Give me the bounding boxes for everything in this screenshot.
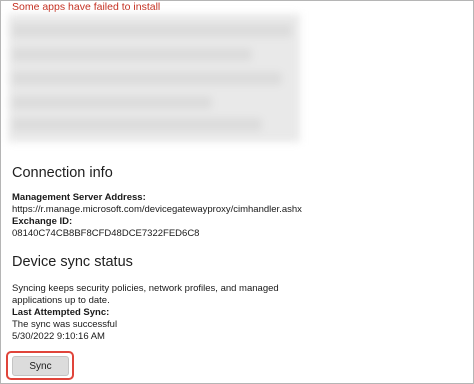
redacted-line — [12, 118, 262, 131]
sync-status-value: The sync was successful — [12, 319, 118, 330]
management-server-value: https://r.manage.microsoft.com/devicegat… — [12, 204, 302, 215]
management-server-label: Management Server Address: — [12, 192, 146, 203]
sync-description-line1: Syncing keeps security policies, network… — [12, 283, 279, 294]
exchange-id-value: 08140C74CB8BF8CFD48DCE7322FED6C8 — [12, 228, 200, 239]
last-attempted-sync-label: Last Attempted Sync: — [12, 307, 110, 318]
redacted-line — [12, 72, 282, 85]
connection-info-heading: Connection info — [12, 165, 113, 181]
redacted-content — [8, 14, 300, 142]
device-sync-heading: Device sync status — [12, 254, 133, 270]
redacted-line — [12, 96, 212, 109]
redacted-line — [12, 48, 252, 61]
sync-button[interactable]: Sync — [12, 356, 69, 376]
sync-description-line2: applications up to date. — [12, 295, 110, 306]
error-banner-text[interactable]: Some apps have failed to install — [12, 1, 160, 13]
redacted-line — [12, 24, 292, 37]
exchange-id-label: Exchange ID: — [12, 216, 73, 227]
sync-timestamp-value: 5/30/2022 9:10:16 AM — [12, 331, 105, 342]
